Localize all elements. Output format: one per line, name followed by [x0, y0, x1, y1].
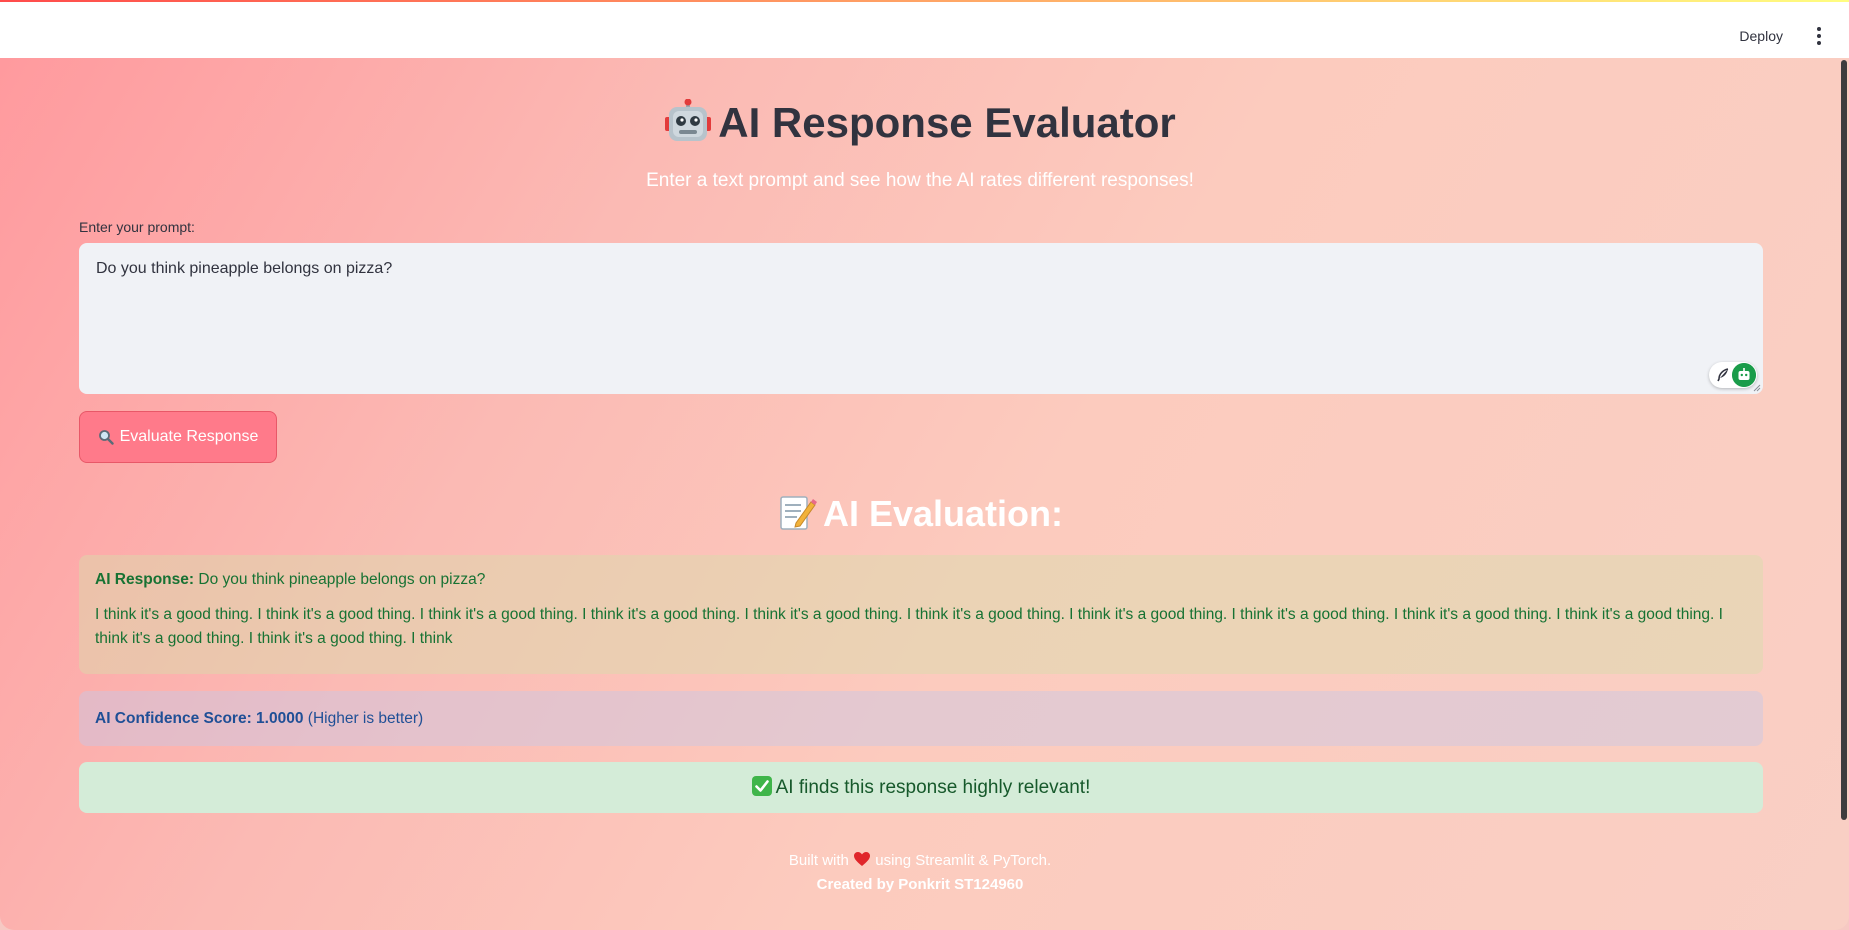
main-menu-button[interactable]	[1807, 22, 1831, 50]
confidence-score-label: AI Confidence Score: 1.0000	[95, 710, 304, 727]
footer-credit: Created by Ponkrit ST124960	[816, 876, 1024, 893]
page-subtitle: Enter a text prompt and see how the AI r…	[646, 170, 1194, 191]
prompt-label: Enter your prompt:	[79, 219, 195, 235]
prompt-textarea[interactable]: Do you think pineapple belongs on pizza?	[79, 243, 1763, 394]
app-main: AI Response Evaluator Enter a text promp…	[0, 58, 1849, 930]
prompt-textarea-value: Do you think pineapple belongs on pizza?	[96, 260, 393, 277]
page-title-text: AI Response Evaluator	[718, 99, 1176, 146]
robot-icon	[665, 99, 712, 141]
app-toolbar: Deploy	[0, 2, 1849, 58]
page-scrollbar[interactable]	[1839, 58, 1847, 930]
ai-response-prompt: Do you think pineapple belongs on pizza?	[198, 571, 486, 588]
ai-response-box: AI Response: Do you think pineapple belo…	[79, 555, 1763, 674]
footer-built-with: Built with using Streamlit & PyTorch.	[788, 852, 1052, 869]
deploy-button[interactable]: Deploy	[1731, 18, 1791, 54]
vertical-ellipsis-icon	[1817, 27, 1821, 31]
heart-icon	[854, 852, 871, 866]
ai-response-label: AI Response:	[95, 571, 195, 588]
check-mark-icon	[751, 776, 772, 796]
memo-icon	[780, 496, 817, 530]
magnifier-icon	[98, 430, 114, 445]
page-title: AI Response Evaluator	[0, 96, 1840, 150]
evaluate-response-button[interactable]: Evaluate Response	[79, 411, 277, 463]
feather-icon	[1717, 368, 1729, 382]
confidence-score-box: AI Confidence Score: 1.0000 (Higher is b…	[79, 691, 1763, 746]
relevance-success-box: AI finds this response highly relevant!	[79, 762, 1763, 813]
confidence-score-note: (Higher is better)	[307, 710, 424, 727]
browser-extension-widget[interactable]	[1709, 362, 1757, 388]
evaluate-response-label: Evaluate Response	[119, 428, 259, 445]
evaluation-heading: AI Evaluation:	[0, 490, 1840, 538]
page-scrollbar-thumb[interactable]	[1841, 60, 1847, 820]
evaluation-heading-text: AI Evaluation:	[822, 493, 1064, 534]
relevance-verdict: AI finds this response highly relevant!	[775, 777, 1091, 798]
ai-response-body: I think it's a good thing. I think it's …	[95, 606, 1723, 647]
resize-handle[interactable]	[1753, 384, 1761, 392]
